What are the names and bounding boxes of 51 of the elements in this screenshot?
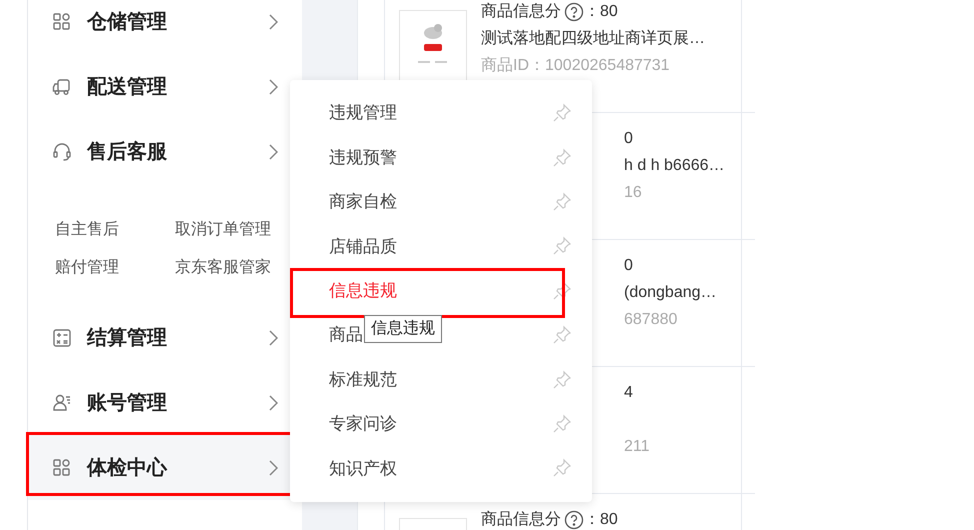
submenu-link[interactable]: 京东客服管家 <box>175 257 271 278</box>
submenu-link[interactable]: 取消订单管理 <box>175 219 271 240</box>
calculator-icon <box>52 328 72 348</box>
help-icon[interactable] <box>564 2 584 22</box>
pin-icon[interactable] <box>552 370 572 390</box>
grid-icon <box>52 12 72 32</box>
truck-icon <box>52 76 72 96</box>
tooltip: 信息违规 <box>364 314 442 343</box>
score-label: 商品信息分 <box>481 2 561 22</box>
score-value: ：80 <box>584 2 618 22</box>
submenu-link[interactable]: 自主售后 <box>55 219 119 240</box>
chevron-right-icon <box>268 460 278 476</box>
submenu-item[interactable]: 知识产权 <box>329 456 397 482</box>
user-list-icon <box>52 392 72 412</box>
submenu-item[interactable]: 违规管理 <box>329 100 397 126</box>
product-title[interactable]: (dongbang… <box>624 279 717 306</box>
chevron-right-icon <box>268 394 278 410</box>
chevron-right-icon <box>268 14 278 30</box>
pin-icon[interactable] <box>552 148 572 168</box>
submenu-item[interactable]: 违规预警 <box>329 144 397 170</box>
score-value: 0 <box>624 256 633 276</box>
submenu-item[interactable]: 店铺品质 <box>329 234 397 260</box>
submenu-item[interactable]: 商家自检 <box>329 189 397 215</box>
submenu-item[interactable]: 商品 <box>329 322 363 348</box>
score-value: 0 <box>624 129 633 149</box>
product-title[interactable]: 测试落地配四级地址商详页展… <box>481 25 705 52</box>
submenu-item[interactable]: 专家问诊 <box>329 411 397 437</box>
help-icon[interactable] <box>564 510 584 530</box>
score-value: ：80 <box>584 510 618 530</box>
pin-icon[interactable] <box>552 236 572 256</box>
chevron-right-icon <box>268 330 278 346</box>
product-id: 商品ID：10020265487731 <box>481 56 671 76</box>
score-label: 商品信息分 <box>481 510 561 530</box>
pin-icon[interactable] <box>552 280 572 301</box>
chevron-right-icon <box>268 78 278 94</box>
submenu-link[interactable]: 赔付管理 <box>55 257 119 278</box>
product-id: 211 <box>624 437 650 457</box>
grid-icon <box>52 458 72 478</box>
pin-icon[interactable] <box>552 192 572 212</box>
submenu-item[interactable]: 信息违规 <box>329 278 397 304</box>
headset-icon <box>52 142 72 162</box>
submenu-item[interactable]: 标准规范 <box>329 366 397 392</box>
product-id: 687880 <box>624 310 678 330</box>
product-title[interactable]: h d h b6666… <box>624 152 725 179</box>
product-id: 16 <box>624 183 643 203</box>
pin-icon[interactable] <box>552 103 572 124</box>
pin-icon[interactable] <box>552 458 572 478</box>
score-value: 4 <box>624 383 633 403</box>
chevron-right-icon <box>268 144 278 160</box>
pin-icon[interactable] <box>552 325 572 346</box>
pin-icon[interactable] <box>552 414 572 434</box>
